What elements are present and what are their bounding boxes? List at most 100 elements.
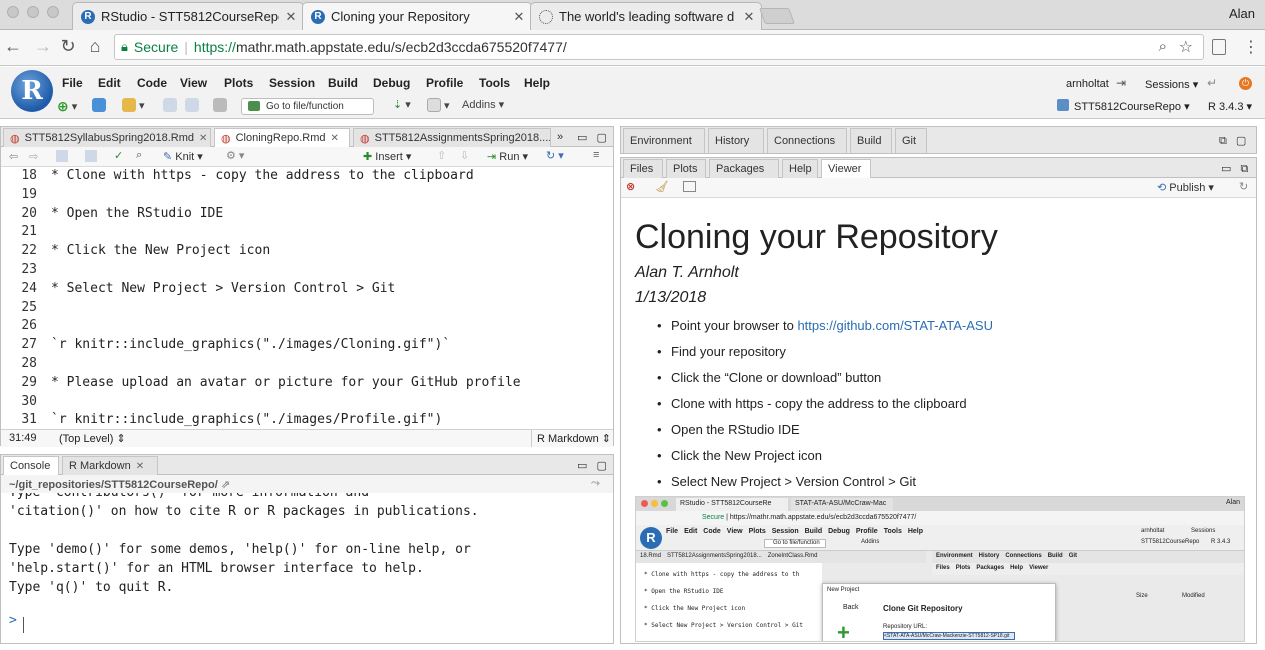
tab-build[interactable]: Build — [850, 128, 892, 153]
knit-button[interactable]: ✎ Knit ▾ — [163, 150, 203, 163]
zoom-icon[interactable]: ⌕ — [1159, 38, 1167, 55]
gear-icon[interactable]: ⚙ ▾ — [226, 149, 244, 162]
back-icon[interactable]: ⇦ — [9, 150, 18, 163]
url-bar[interactable]: 🔒︎ Secure | https:// mathr.math.appstate… — [114, 34, 1204, 60]
console-prompt[interactable]: > — [9, 613, 17, 628]
profile-name[interactable]: Alan — [1229, 6, 1255, 21]
menu-help[interactable]: Help — [524, 76, 550, 90]
github-org-link[interactable]: https://github.com/STAT-ATA-ASU — [797, 318, 993, 333]
grid-layout-icon[interactable]: ▾ — [427, 98, 450, 112]
console-output[interactable]: Type 'contributors()' for more informati… — [1, 493, 613, 643]
clear-console-icon[interactable]: ⤳ — [591, 477, 600, 490]
forward-icon[interactable]: ⇨ — [29, 150, 38, 163]
window-zoom-button[interactable] — [47, 6, 59, 18]
console-tabs: Console R Markdown ✕ ▭ ▢ — [1, 455, 613, 475]
menu-tools[interactable]: Tools — [479, 76, 510, 90]
rerun-icon[interactable]: ↻ ▾ — [546, 149, 564, 162]
sessions-menu[interactable]: Sessions ▾ — [1145, 78, 1198, 91]
forward-arrow-icon[interactable]: → — [32, 36, 54, 57]
code-editor[interactable]: 18 * Clone with https - copy the address … — [1, 167, 613, 429]
tab-plots[interactable]: Plots — [666, 159, 706, 178]
show-in-window-icon[interactable] — [56, 150, 68, 162]
window-close-button[interactable] — [7, 6, 19, 18]
tab-viewer[interactable]: Viewer — [821, 159, 871, 178]
back-arrow-icon[interactable]: ← — [2, 36, 24, 57]
browser-tab-cloning[interactable]: R Cloning your Repository ✕ — [302, 2, 532, 30]
extension-icon[interactable] — [1212, 39, 1226, 55]
browser-tab-rstudio[interactable]: R RStudio - STT5812CourseRepo ✕ — [72, 2, 304, 30]
save-icon[interactable] — [163, 98, 177, 112]
spellcheck-icon[interactable]: ✓ — [114, 149, 123, 162]
signout-icon[interactable]: ⇥ — [1116, 76, 1126, 90]
print-icon[interactable] — [213, 98, 227, 112]
menu-build[interactable]: Build — [328, 76, 358, 90]
tab-packages[interactable]: Packages — [709, 159, 779, 178]
run-button[interactable]: ⇥ Run ▾ — [487, 150, 528, 163]
r-version-menu[interactable]: R 3.4.3 ▾ — [1208, 100, 1252, 113]
tab-files[interactable]: Files — [623, 159, 663, 178]
minimize-pane-icon[interactable]: ▭ ▢ — [577, 459, 610, 472]
up-icon[interactable]: ⇧ — [437, 149, 446, 162]
tab-cloningrepo[interactable]: ◍ CloningRepo.Rmd ✕ — [214, 128, 350, 147]
refresh-icon[interactable]: ↻ — [1239, 180, 1248, 193]
session-icon[interactable]: ↵ — [1207, 76, 1217, 90]
open-file-button[interactable]: ▾ — [122, 98, 145, 112]
restore-pane-icon[interactable]: ⧉ ▢ — [1219, 134, 1249, 148]
menu-session[interactable]: Session — [269, 76, 315, 90]
scope-menu[interactable]: (Top Level) ⇕ — [59, 432, 126, 445]
code-line: 27 `r knitr::include_graphics("./images/C… — [1, 337, 613, 356]
menu-profile[interactable]: Profile — [426, 76, 463, 90]
new-file-button[interactable]: ⊕ ▾ — [57, 98, 77, 115]
new-project-button[interactable] — [92, 98, 106, 112]
tab-environment[interactable]: Environment — [623, 128, 705, 153]
insert-chunk-button[interactable]: ✚ Insert ▾ — [363, 150, 411, 163]
tab-r-markdown[interactable]: R Markdown ✕ — [62, 456, 158, 475]
publish-button[interactable]: ⟲ Publish ▾ — [1157, 181, 1214, 194]
tab-history[interactable]: History — [708, 128, 764, 153]
minimize-pane-icon[interactable]: ▭ ▢ — [577, 131, 610, 144]
git-icon[interactable]: ⇣ ▾ — [393, 98, 411, 111]
mini-new-project-dialog: New Project Back Clone Git Repository + … — [822, 583, 1056, 641]
new-tab-button[interactable] — [759, 8, 795, 24]
tab-git[interactable]: Git — [895, 128, 927, 153]
more-tabs-icon[interactable]: » — [557, 131, 566, 143]
close-icon[interactable]: ✕ — [285, 9, 297, 25]
minimize-pane-icon[interactable]: ▭ ⧉ — [1221, 162, 1251, 176]
code-text: `r knitr::include_graphics("./images/Clo… — [51, 337, 451, 353]
close-icon[interactable]: ✕ — [743, 9, 755, 25]
menu-edit[interactable]: Edit — [98, 76, 121, 90]
bookmark-star-icon[interactable]: ☆ — [1179, 37, 1193, 57]
tab-syllabus[interactable]: ◍ STT5812SyllabusSpring2018.Rmd ✕ — [3, 128, 211, 147]
power-icon[interactable]: ⏻ — [1239, 77, 1252, 90]
window-minimize-button[interactable] — [27, 6, 39, 18]
menu-view[interactable]: View — [180, 76, 207, 90]
chrome-menu-icon[interactable]: ⋮ — [1243, 37, 1259, 57]
project-icon — [1057, 99, 1069, 111]
file-type-menu[interactable]: R Markdown ⇕ — [537, 432, 611, 445]
code-line: 18 * Clone with https - copy the address … — [1, 168, 613, 187]
goto-file-input[interactable]: Go to file/function — [241, 98, 374, 115]
down-icon[interactable]: ⇩ — [460, 149, 469, 162]
clear-viewer-icon[interactable]: 🧹︎ — [655, 180, 669, 193]
reload-icon[interactable]: ↻ — [57, 36, 79, 57]
addins-menu[interactable]: Addins ▾ — [462, 98, 504, 112]
browser-tab-github[interactable]: The world's leading software d ✕ — [530, 2, 762, 30]
find-icon[interactable]: ⌕ — [136, 149, 142, 162]
outline-icon[interactable]: ≡ — [593, 149, 599, 161]
go-to-directory-icon[interactable]: ⇗ — [221, 479, 230, 491]
tab-assignments[interactable]: ◍STT5812AssignmentsSpring2018....✕ — [353, 128, 551, 147]
home-icon[interactable]: ⌂ — [84, 36, 106, 57]
menu-debug[interactable]: Debug — [373, 76, 410, 90]
close-icon[interactable]: ✕ — [513, 9, 525, 25]
tab-help[interactable]: Help — [782, 159, 818, 178]
tab-console[interactable]: Console — [3, 456, 59, 475]
menu-file[interactable]: File — [62, 76, 83, 90]
tab-connections[interactable]: Connections — [767, 128, 847, 153]
save-all-icon[interactable] — [185, 98, 199, 112]
show-in-window-icon[interactable] — [683, 181, 696, 192]
menu-code[interactable]: Code — [137, 76, 167, 90]
stop-icon[interactable]: ⊗ — [626, 180, 635, 193]
project-menu[interactable]: STT5812CourseRepo ▾ — [1074, 100, 1190, 113]
menu-plots[interactable]: Plots — [224, 76, 253, 90]
save-icon[interactable] — [85, 150, 97, 162]
